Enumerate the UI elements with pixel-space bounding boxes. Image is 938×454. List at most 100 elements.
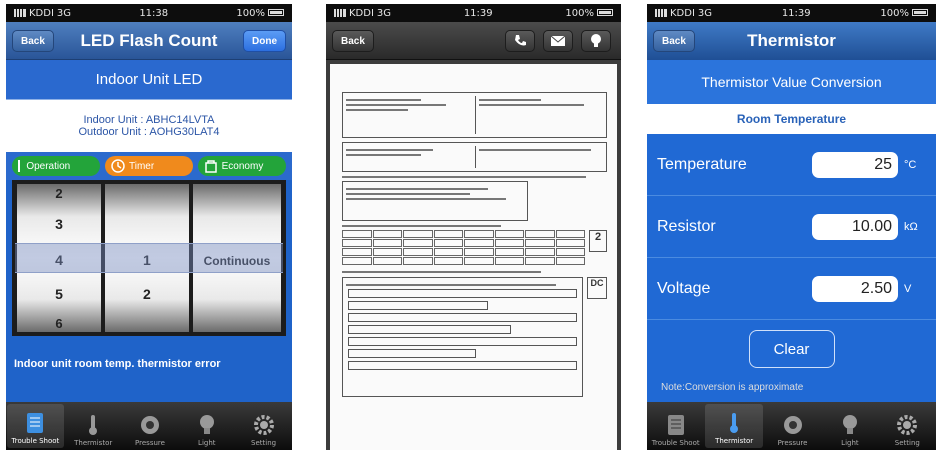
light-bulb-icon xyxy=(199,415,214,434)
temperature-label: Temperature xyxy=(657,155,747,173)
light-button[interactable] xyxy=(581,30,611,52)
picker-item[interactable]: 5 xyxy=(17,286,101,302)
tab-trouble-shoot[interactable]: Trouble Shoot xyxy=(647,402,704,450)
doc-flow-row: DC xyxy=(342,277,607,401)
room-temperature-label: Room Temperature xyxy=(647,104,936,134)
unit-info: Indoor Unit : ABHC14LVTA Outdoor Unit : … xyxy=(6,100,292,152)
light-bulb-icon xyxy=(591,34,601,47)
tab-thermistor[interactable]: Thermistor xyxy=(65,402,122,450)
page-title: LED Flash Count xyxy=(80,30,218,50)
tab-label: Light xyxy=(841,439,859,447)
resistor-field[interactable]: 10.00 xyxy=(812,213,898,240)
indoor-unit-label: Indoor Unit : ABHC14LVTA xyxy=(83,114,215,126)
operation-label: Operation xyxy=(26,160,71,172)
pressure-gauge-icon xyxy=(140,416,159,434)
light-bulb-icon xyxy=(842,415,857,434)
picker-item[interactable]: 3 xyxy=(17,216,101,232)
trouble-shoot-icon xyxy=(27,413,44,433)
tab-thermistor[interactable]: Thermistor xyxy=(705,404,763,448)
nav-bar: Back xyxy=(326,22,621,60)
status-bar: KDDI 3G 11:39 100% xyxy=(326,4,621,22)
temperature-field[interactable]: 25 xyxy=(812,151,898,178)
tab-setting[interactable]: Setting xyxy=(235,402,292,450)
document-viewer-screen: KDDI 3G 11:39 100% Back 2 DC xyxy=(326,4,621,450)
phone-button[interactable] xyxy=(505,30,535,52)
tab-trouble-shoot[interactable]: Trouble Shoot xyxy=(7,404,64,448)
back-button[interactable]: Back xyxy=(12,30,54,52)
network-label: 3G xyxy=(697,7,713,19)
page-title: Thermistor xyxy=(747,31,836,50)
pressure-gauge-icon xyxy=(783,416,802,434)
back-button[interactable]: Back xyxy=(332,30,374,52)
led-flash-count-screen: KDDI 3G 11:38 100% Back LED Flash Count D… xyxy=(6,4,292,450)
thermistor-screen: KDDI 3G 11:39 100% Back Thermistor Thermi… xyxy=(647,4,936,450)
done-button[interactable]: Done xyxy=(243,30,286,52)
tab-label: Pressure xyxy=(135,439,165,447)
voltage-field[interactable]: 2.50 xyxy=(812,275,898,302)
signal-icon xyxy=(655,9,667,17)
resistor-label: Resistor xyxy=(657,217,716,235)
battery-icon xyxy=(268,8,284,16)
timer-label: Timer xyxy=(128,160,155,172)
status-time: 11:39 xyxy=(781,7,811,19)
carrier-label: KDDI xyxy=(29,7,54,19)
economy-label: Economy xyxy=(221,160,264,172)
tab-bar: Trouble Shoot Thermistor Pressure Light … xyxy=(647,402,936,450)
doc-text-line xyxy=(342,225,501,227)
error-message: Indoor unit room temp. thermistor error xyxy=(6,344,292,384)
carrier-label: KDDI xyxy=(670,7,695,19)
timer-mode-button[interactable]: Timer xyxy=(104,156,193,176)
conversion-header: Thermistor Value Conversion xyxy=(647,60,936,104)
signal-icon xyxy=(334,9,346,17)
temperature-row: Temperature 25 °C xyxy=(647,134,936,196)
picker-item[interactable]: 2 xyxy=(17,186,101,201)
status-bar: KDDI 3G 11:39 100% xyxy=(647,4,936,22)
tab-light[interactable]: Light xyxy=(821,402,878,450)
tab-pressure[interactable]: Pressure xyxy=(764,402,821,450)
outdoor-unit-label: Outdoor Unit : AOHG30LAT4 xyxy=(78,126,220,138)
tab-label: Setting xyxy=(894,439,920,447)
doc-badge: 2 xyxy=(589,230,607,252)
temperature-unit: °C xyxy=(904,158,917,171)
nav-bar: Back LED Flash Count Done xyxy=(6,22,292,60)
tab-pressure[interactable]: Pressure xyxy=(122,402,179,450)
phone-icon xyxy=(515,35,526,46)
clear-button[interactable]: Clear xyxy=(748,330,835,368)
status-bar: KDDI 3G 11:38 100% xyxy=(6,4,292,22)
back-button[interactable]: Back xyxy=(653,30,695,52)
thermometer-icon xyxy=(730,413,739,433)
tab-label: Thermistor xyxy=(715,437,754,445)
resistor-row: Resistor 10.00 kΩ xyxy=(647,196,936,258)
battery-percent: 100% xyxy=(880,7,909,19)
network-label: 3G xyxy=(56,7,72,19)
signal-icon xyxy=(14,9,26,17)
flash-count-picker[interactable]: 2 3 4 5 6 1 2 Continuous xyxy=(12,180,286,336)
tab-light[interactable]: Light xyxy=(178,402,235,450)
tab-label: Trouble Shoot xyxy=(651,439,700,447)
picker-item[interactable]: 6 xyxy=(17,316,101,331)
section-title: Indoor Unit LED xyxy=(6,60,292,100)
doc-badge: DC xyxy=(587,277,607,299)
document-page[interactable]: 2 DC xyxy=(330,64,617,450)
mode-row: Operation Timer Economy xyxy=(6,152,292,180)
battery-percent: 100% xyxy=(236,7,265,19)
picker-selection-bar xyxy=(15,243,283,273)
doc-text-line xyxy=(342,176,586,178)
economy-mode-button[interactable]: Economy xyxy=(197,156,286,176)
picker-item[interactable]: 2 xyxy=(105,286,189,302)
voltage-label: Voltage xyxy=(657,279,711,297)
operation-bar-icon xyxy=(18,160,21,172)
mail-button[interactable] xyxy=(543,30,573,52)
battery-percent: 100% xyxy=(565,7,594,19)
gear-icon xyxy=(253,415,274,435)
gear-icon xyxy=(897,415,918,435)
doc-header-block xyxy=(342,92,607,138)
tab-label: Trouble Shoot xyxy=(11,437,60,445)
doc-table-row: 2 xyxy=(342,230,607,265)
operation-mode-button[interactable]: Operation xyxy=(12,156,101,176)
nav-bar: Back Thermistor xyxy=(647,22,936,60)
trouble-shoot-icon xyxy=(667,415,684,435)
voltage-row: Voltage 2.50 V xyxy=(647,258,936,320)
mail-icon xyxy=(550,35,566,46)
tab-setting[interactable]: Setting xyxy=(879,402,936,450)
